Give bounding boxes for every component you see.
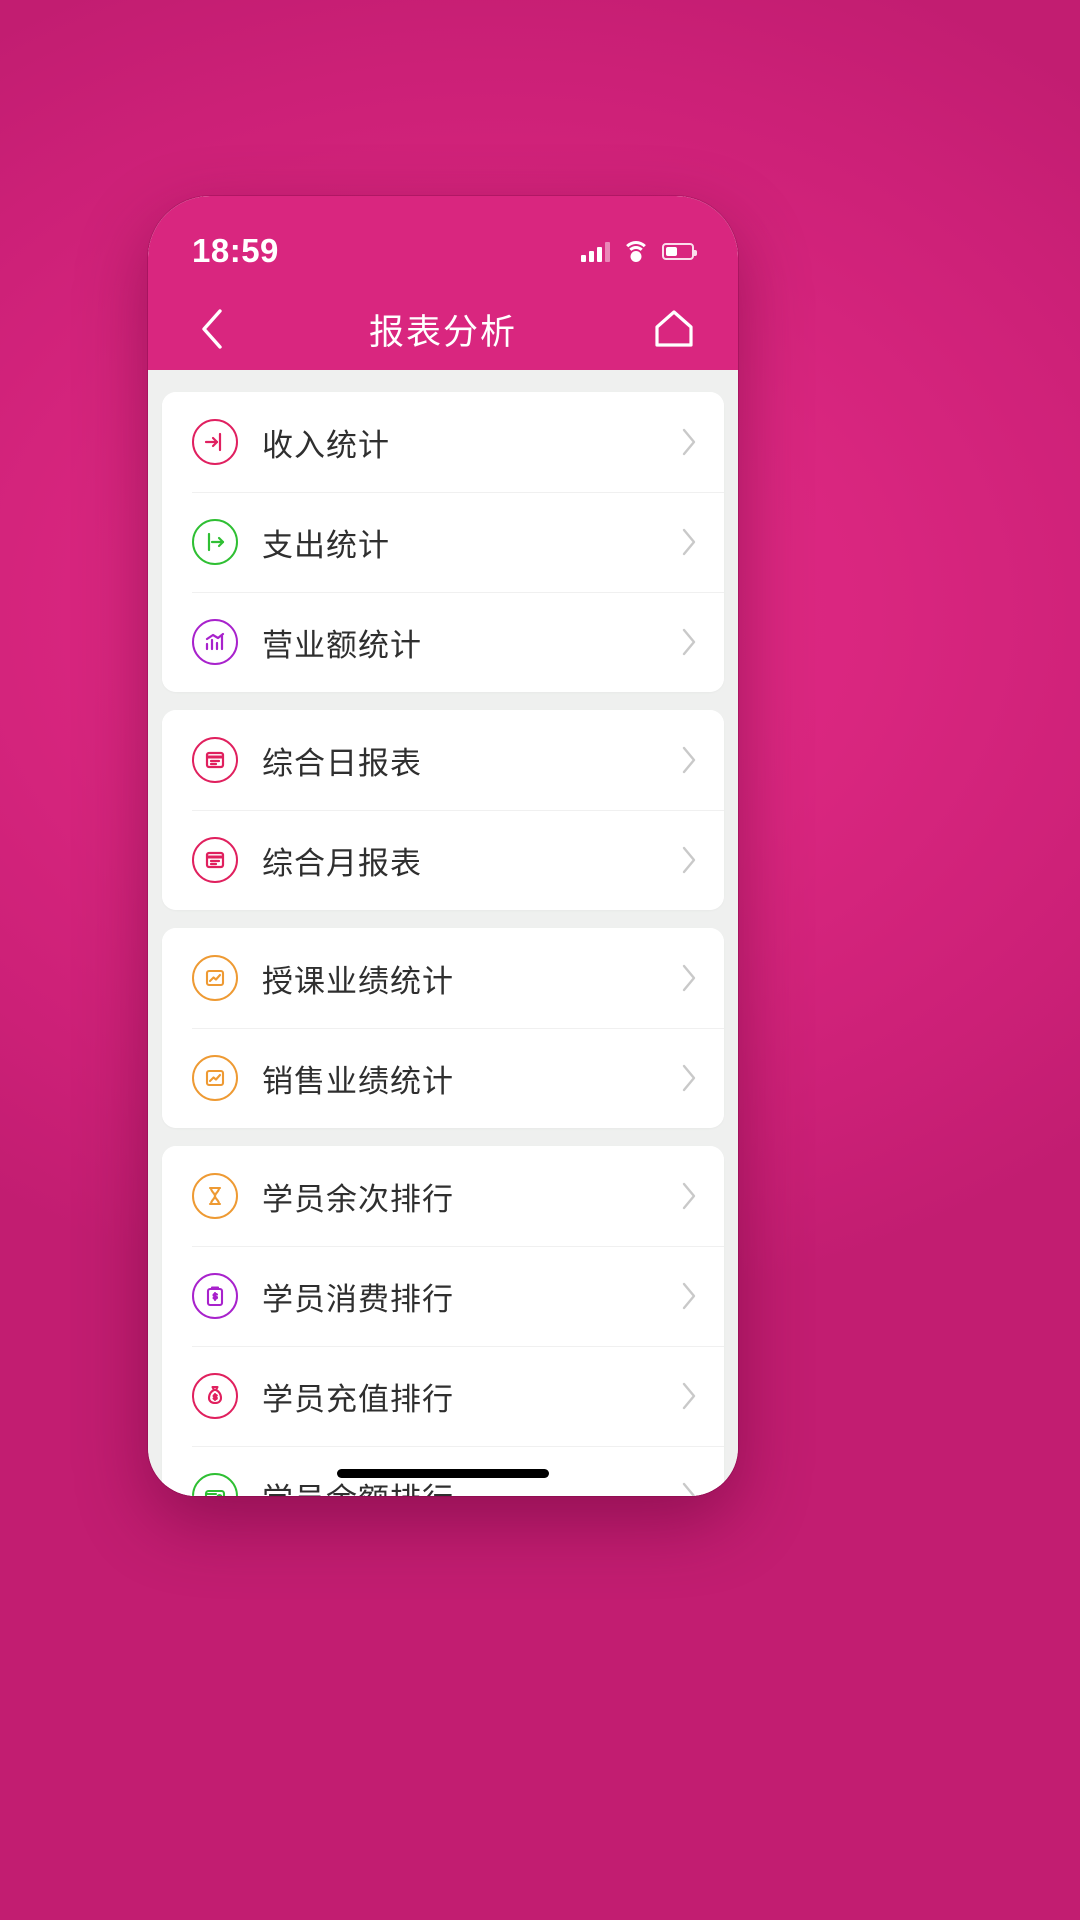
arrow-into-box-icon <box>192 419 238 465</box>
report-group: 收入统计 支出统计 营业额统计 <box>162 392 724 692</box>
wifi-icon <box>622 241 650 262</box>
list-item-teaching-performance[interactable]: 授课业绩统计 <box>162 928 724 1028</box>
status-bar-clock: 18:59 <box>192 232 279 269</box>
list-item-label: 综合日报表 <box>262 745 422 781</box>
report-list-scroll[interactable]: 收入统计 支出统计 营业额统计 综合日报表 综合月报表 授课业绩统计 销售业绩统… <box>148 370 738 1496</box>
list-item-label: 学员充值排行 <box>262 1381 454 1417</box>
back-chevron-icon[interactable] <box>184 301 240 357</box>
list-item-sales-performance[interactable]: 销售业绩统计 <box>162 1028 724 1128</box>
money-bag-icon <box>192 1373 238 1419</box>
report-page-icon <box>192 837 238 883</box>
list-item-label: 综合月报表 <box>262 845 422 881</box>
navigation-bar: 报表分析 <box>148 288 738 370</box>
chevron-right-icon <box>680 1281 698 1311</box>
chevron-right-icon <box>680 527 698 557</box>
chevron-right-icon <box>680 745 698 775</box>
list-item-label: 学员余次排行 <box>262 1181 454 1217</box>
list-item-label: 销售业绩统计 <box>262 1063 454 1099</box>
clipboard-money-icon <box>192 1273 238 1319</box>
list-item-income-stats[interactable]: 收入统计 <box>162 392 724 492</box>
list-item-student-consumption[interactable]: 学员消费排行 <box>162 1246 724 1346</box>
list-item-label: 学员消费排行 <box>262 1281 454 1317</box>
list-item-label: 支出统计 <box>262 527 390 563</box>
report-group: 授课业绩统计 销售业绩统计 <box>162 928 724 1128</box>
status-bar-indicators <box>581 240 697 262</box>
home-icon[interactable] <box>646 301 702 357</box>
cellular-signal-icon <box>581 240 610 262</box>
line-chart-box-icon <box>192 955 238 1001</box>
report-group: 学员余次排行 学员消费排行 学员充值排行 <box>162 1146 724 1496</box>
status-bar: 18:59 <box>148 196 738 288</box>
battery-icon <box>662 242 697 260</box>
chevron-right-icon <box>680 1063 698 1093</box>
list-item-student-recharge[interactable]: 学员充值排行 <box>162 1346 724 1446</box>
bar-chart-icon <box>192 619 238 665</box>
list-item-label: 营业额统计 <box>262 627 422 663</box>
arrow-out-of-box-icon <box>192 519 238 565</box>
wallet-icon <box>192 1473 238 1496</box>
hourglass-icon <box>192 1173 238 1219</box>
list-item-label: 授课业绩统计 <box>262 963 454 999</box>
list-item-monthly-report[interactable]: 综合月报表 <box>162 810 724 910</box>
list-item-student-remaining-sessions[interactable]: 学员余次排行 <box>162 1146 724 1246</box>
report-page-icon <box>192 737 238 783</box>
list-item-daily-report[interactable]: 综合日报表 <box>162 710 724 810</box>
chevron-right-icon <box>680 1181 698 1211</box>
chevron-right-icon <box>680 627 698 657</box>
chevron-right-icon <box>680 1381 698 1411</box>
report-group: 综合日报表 综合月报表 <box>162 710 724 910</box>
chevron-right-icon <box>680 845 698 875</box>
list-item-expense-stats[interactable]: 支出统计 <box>162 492 724 592</box>
chevron-right-icon <box>680 427 698 457</box>
phone-frame: 18:59 报表分析 收入统计 支出统计 营业额统计 综合日报表 综合月报表 授… <box>148 196 738 1496</box>
chevron-right-icon <box>680 1481 698 1496</box>
phone-screen: 18:59 报表分析 收入统计 支出统计 营业额统计 综合日报表 综合月报表 授… <box>148 196 738 1496</box>
line-chart-box-icon <box>192 1055 238 1101</box>
list-item-turnover-stats[interactable]: 营业额统计 <box>162 592 724 692</box>
list-item-label: 收入统计 <box>262 427 390 463</box>
home-indicator <box>337 1469 549 1478</box>
chevron-right-icon <box>680 963 698 993</box>
